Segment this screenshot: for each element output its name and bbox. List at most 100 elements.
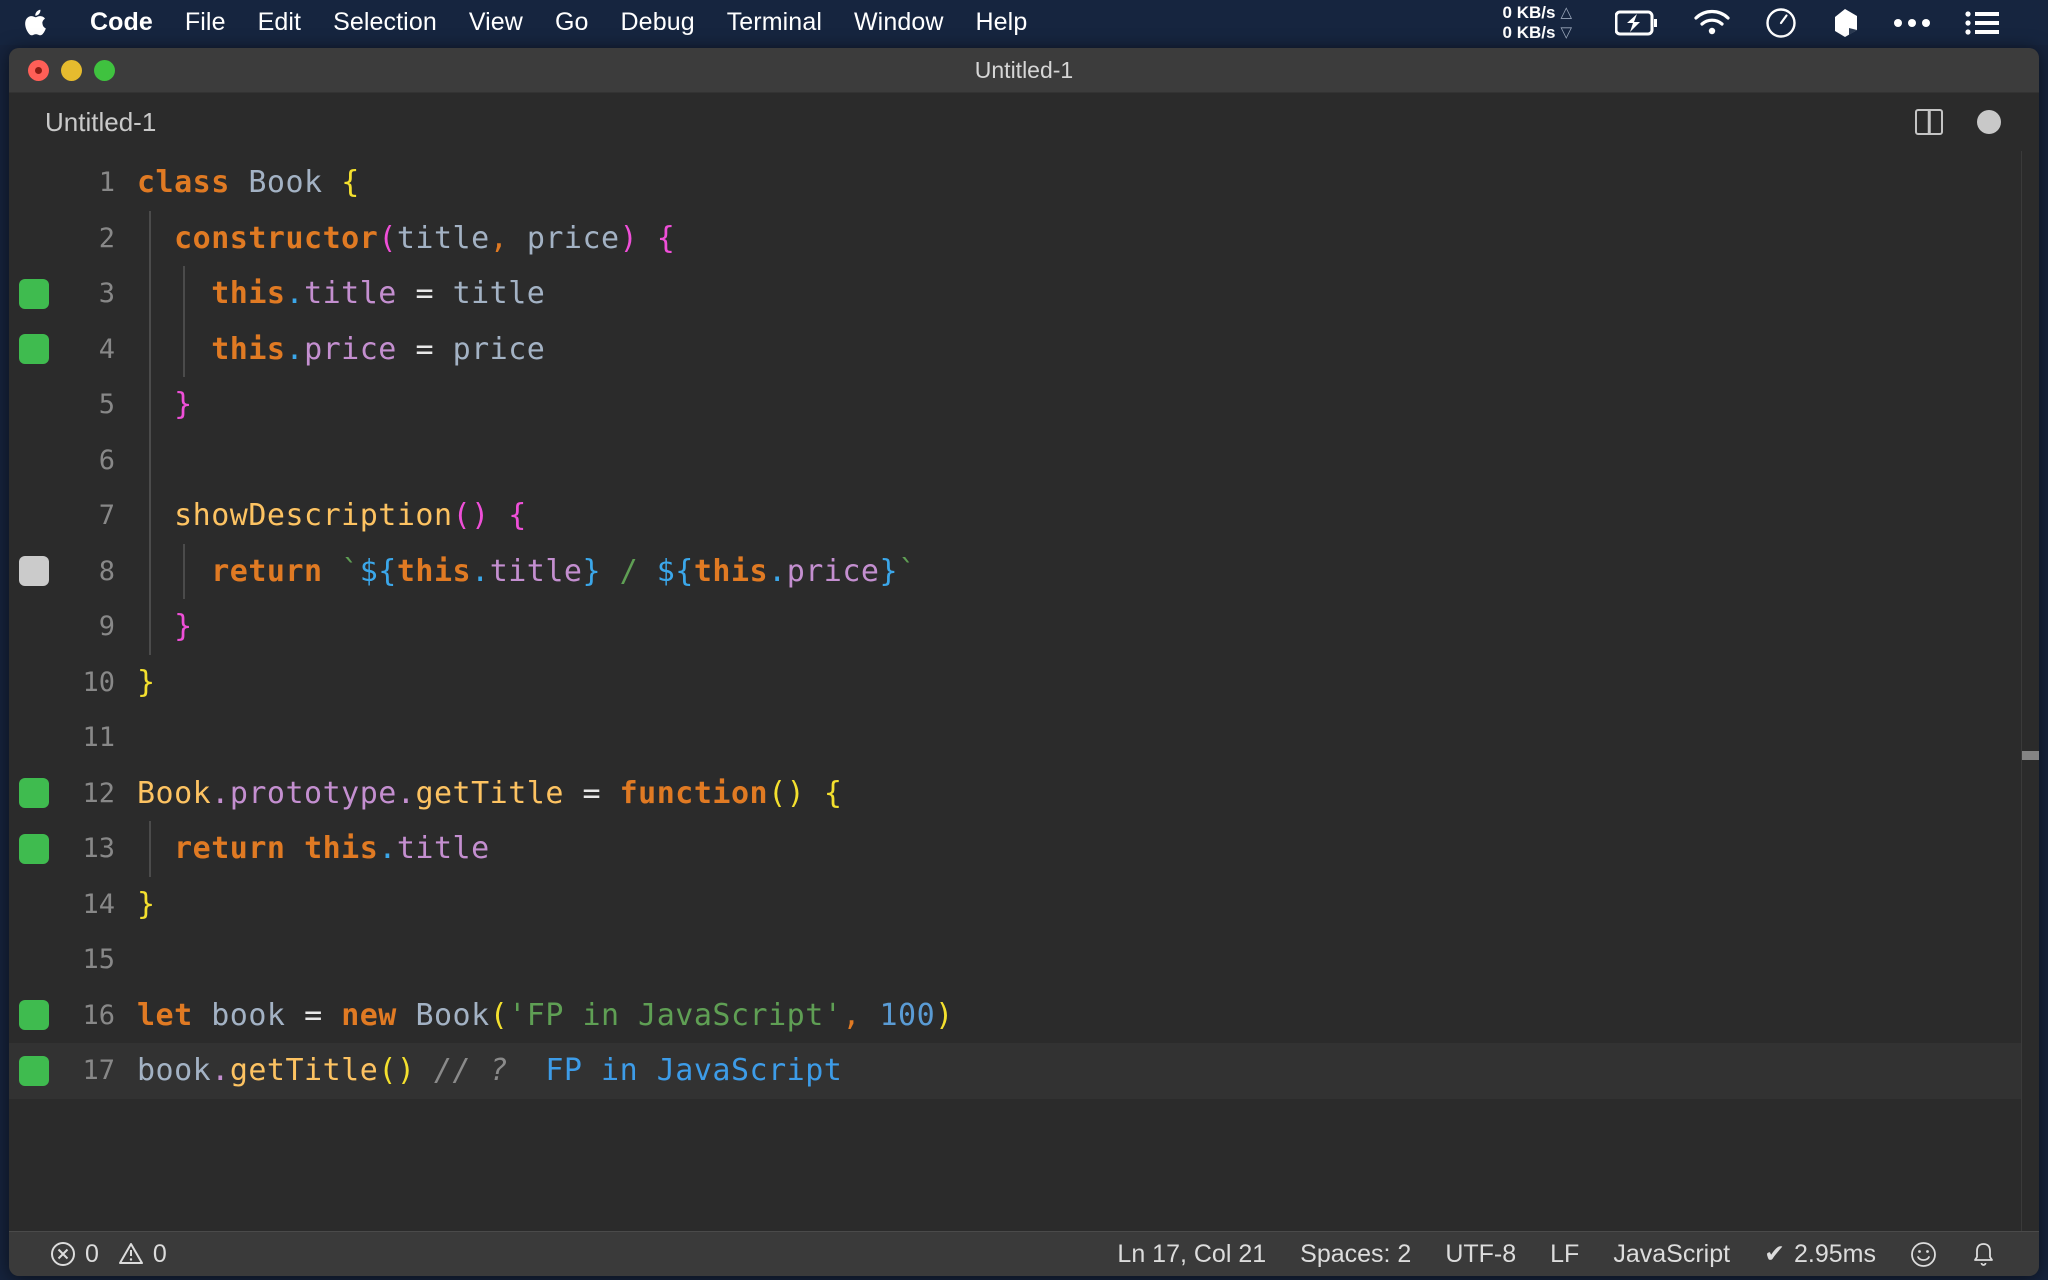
encoding-setting[interactable]: UTF-8 (1428, 1240, 1533, 1269)
error-circle-icon (50, 1241, 76, 1267)
network-upload-speed: 0 KB/s (1502, 2, 1556, 22)
code-line-11[interactable]: 11 (9, 710, 2039, 766)
code-line-7[interactable]: 7 showDescription() { (9, 488, 2039, 544)
wifi-icon[interactable] (1693, 9, 1731, 36)
code-line-10[interactable]: 10} (9, 655, 2039, 711)
battery-charging-icon[interactable] (1615, 10, 1659, 36)
coverage-indicator-6 (19, 445, 49, 475)
indentation-setting[interactable]: Spaces: 2 (1283, 1240, 1428, 1269)
coverage-indicator-13 (19, 833, 49, 864)
code-line-17[interactable]: 17 book.getTitle() // ? FP in JavaScript (9, 1043, 2039, 1099)
eol-setting[interactable]: LF (1533, 1240, 1596, 1269)
warning-triangle-icon (118, 1241, 144, 1267)
code-line-9[interactable]: 9 } (9, 599, 2039, 655)
network-speed-indicator[interactable]: 0 KB/s 0 KB/s △ ▽ (1503, 3, 1572, 43)
coverage-indicator-11 (19, 723, 49, 753)
line-number-7: 7 (98, 500, 115, 532)
coverage-indicator-1 (19, 168, 49, 198)
menu-item-file[interactable]: File (169, 8, 242, 37)
cursor-position[interactable]: Ln 17, Col 21 (1100, 1240, 1283, 1269)
line-number-12: 12 (82, 777, 115, 809)
menu-item-view[interactable]: View (453, 8, 539, 37)
code-text-3: this.title = title (211, 276, 546, 311)
code-lines-container: 1 class Book {2 constructor(title, price)… (9, 151, 2039, 1099)
line-number-1: 1 (98, 167, 115, 199)
menu-item-edit[interactable]: Edit (242, 8, 317, 37)
dropbox-icon[interactable] (1831, 8, 1859, 38)
line-number-6: 6 (98, 444, 115, 476)
code-line-15[interactable]: 15 (9, 932, 2039, 988)
feedback-button[interactable] (1893, 1241, 1954, 1268)
coverage-indicator-9 (19, 612, 49, 642)
coverage-indicator-16 (19, 1000, 49, 1031)
code-line-1[interactable]: 1 class Book { (9, 155, 2039, 211)
split-editor-icon[interactable] (1915, 109, 1943, 135)
menu-item-code[interactable]: Code (74, 8, 169, 37)
code-line-5[interactable]: 5 } (9, 377, 2039, 433)
line-number-5: 5 (98, 389, 115, 421)
line-number-14: 14 (82, 888, 115, 920)
quokka-status[interactable]: ✔ 2.95ms (1747, 1239, 1893, 1269)
code-line-13[interactable]: 13 return this.title (9, 821, 2039, 877)
line-number-16: 16 (82, 999, 115, 1031)
code-line-12[interactable]: 12 Book.prototype.getTitle = function() { (9, 766, 2039, 822)
error-count: 0 (85, 1239, 99, 1268)
list-menu-icon[interactable] (1965, 10, 1999, 36)
apple-logo-icon[interactable] (22, 8, 48, 38)
code-line-3[interactable]: 3 this.title = title (9, 266, 2039, 322)
coverage-indicator-3 (19, 278, 49, 309)
coverage-indicator-10 (19, 667, 49, 697)
code-line-8[interactable]: 8 return `${this.title} / ${this.price}` (9, 544, 2039, 600)
coverage-indicator-15 (19, 945, 49, 975)
menu-item-selection[interactable]: Selection (317, 8, 453, 37)
line-number-13: 13 (82, 833, 115, 865)
code-text-14: } (137, 886, 156, 922)
coverage-indicator-17 (19, 1055, 49, 1086)
menu-item-terminal[interactable]: Terminal (711, 8, 838, 37)
coverage-indicator-8 (19, 556, 49, 587)
check-icon: ✔ (1764, 1240, 1786, 1268)
bell-icon (1971, 1241, 1996, 1268)
editor-actions (1915, 109, 2039, 135)
menu-item-debug[interactable]: Debug (605, 8, 711, 37)
code-text-8: return `${this.title} / ${this.price}` (211, 553, 917, 589)
coverage-indicator-12 (19, 778, 49, 809)
notifications-button[interactable] (1954, 1241, 2013, 1268)
code-text-10: } (137, 664, 156, 700)
editor-scrollbar[interactable] (2021, 151, 2039, 1231)
code-line-2[interactable]: 2 constructor(title, price) { (9, 211, 2039, 267)
code-line-6[interactable]: 6 (9, 433, 2039, 489)
download-arrow-icon: ▽ (1560, 23, 1572, 41)
code-text-9: } (174, 609, 193, 644)
quokka-runtime: 2.95ms (1794, 1239, 1876, 1268)
upload-arrow-icon: △ (1560, 3, 1572, 21)
line-number-11: 11 (82, 722, 115, 754)
window-title: Untitled-1 (974, 56, 1074, 83)
menu-item-go[interactable]: Go (539, 8, 605, 37)
ellipsis-icon[interactable] (1893, 17, 1931, 29)
code-editor[interactable]: 1 class Book {2 constructor(title, price)… (9, 151, 2039, 1231)
scrollbar-marker (2022, 751, 2039, 760)
coverage-indicator-7 (19, 501, 49, 531)
unsaved-dot-icon[interactable] (1977, 110, 2001, 134)
line-number-17: 17 (82, 1055, 115, 1087)
tab-label: Untitled-1 (45, 106, 157, 137)
code-line-16[interactable]: 16 let book = new Book('FP in JavaScript'… (9, 988, 2039, 1044)
code-text-13: return this.title (174, 831, 490, 866)
tab-untitled-1[interactable]: Untitled-1 (9, 93, 187, 151)
menubar-items: Code File Edit Selection View Go Debug T… (74, 8, 1043, 37)
smiley-icon (1910, 1241, 1937, 1268)
status-bar-right: Ln 17, Col 21 Spaces: 2 UTF-8 LF JavaScr… (1100, 1239, 2039, 1269)
line-number-4: 4 (98, 333, 115, 365)
line-number-3: 3 (98, 278, 115, 310)
line-number-8: 8 (98, 555, 115, 587)
problems-indicator[interactable]: 0 0 (33, 1240, 184, 1269)
language-mode[interactable]: JavaScript (1596, 1240, 1747, 1269)
status-bar-left: 0 0 (9, 1240, 184, 1269)
menu-item-help[interactable]: Help (960, 8, 1044, 37)
code-line-14[interactable]: 14} (9, 877, 2039, 933)
indent-guide-level-1b (149, 821, 151, 877)
code-line-4[interactable]: 4 this.price = price (9, 322, 2039, 378)
menu-item-window[interactable]: Window (838, 8, 960, 37)
clock-icon[interactable] (1765, 7, 1797, 39)
